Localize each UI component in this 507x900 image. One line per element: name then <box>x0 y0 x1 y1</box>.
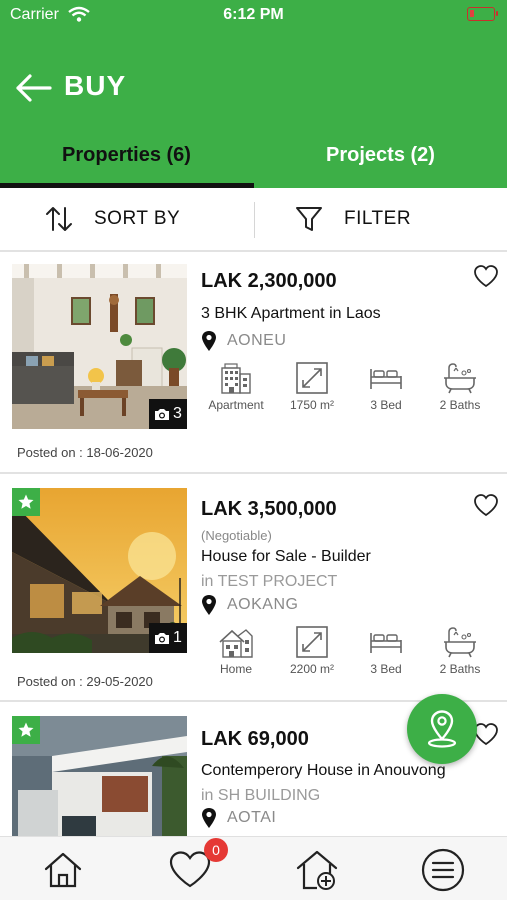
location-pin-icon <box>202 595 216 615</box>
feature-baths-label: 2 Baths <box>439 398 481 412</box>
location-label: AONEU <box>227 332 287 349</box>
arrow-left-icon[interactable] <box>14 70 54 106</box>
battery-icon <box>467 7 498 21</box>
listing-location: AONEU <box>201 330 286 352</box>
area-resize-icon <box>296 626 328 658</box>
property-photo[interactable]: 3 <box>12 264 187 429</box>
sort-filter-bar: SORT BY FILTER <box>0 188 507 252</box>
toolbar-divider <box>254 202 255 238</box>
filter-label: FILTER <box>344 208 412 229</box>
negotiable-label: (Negotiable) <box>201 528 272 543</box>
app-header: Carrier 6:12 PM BUY Properties (6) Proje… <box>0 0 507 188</box>
heart-icon[interactable] <box>473 493 499 517</box>
feature-area: 2200 m² <box>274 626 350 676</box>
feature-beds: 3 Bed <box>348 362 424 412</box>
project-label[interactable]: in TEST PROJECT <box>201 573 337 591</box>
location-pin-icon <box>202 808 216 828</box>
nav-home[interactable] <box>38 847 88 893</box>
posted-date: Posted on : 18-06-2020 <box>17 445 153 460</box>
heart-icon[interactable] <box>473 264 499 288</box>
apartment-building-icon <box>221 363 251 394</box>
menu-icon <box>421 848 465 892</box>
nav-menu[interactable] <box>418 847 468 893</box>
listing-card[interactable]: 3 LAK 2,300,000 3 BHK Apartment in Laos … <box>0 252 507 474</box>
bathtub-icon <box>444 363 476 394</box>
camera-icon <box>155 633 170 644</box>
nav-add-property[interactable] <box>292 847 342 893</box>
camera-icon <box>155 409 170 420</box>
bed-icon <box>370 633 402 653</box>
star-icon <box>18 722 34 737</box>
filter-icon <box>296 207 322 231</box>
property-photo[interactable]: 1 <box>12 488 187 653</box>
page-title: BUY <box>64 70 127 101</box>
listing-price: LAK 69,000 <box>201 728 309 750</box>
bathtub-icon <box>444 627 476 658</box>
home-icon <box>44 852 82 888</box>
posted-date: Posted on : 29-05-2020 <box>17 674 153 689</box>
listing-title[interactable]: House for Sale - Builder <box>201 548 371 566</box>
favorites-count-badge: 0 <box>204 838 228 862</box>
tab-properties[interactable]: Properties (6) <box>0 138 253 188</box>
feature-beds-label: 3 Bed <box>370 398 402 412</box>
feature-type-label: Apartment <box>208 398 264 412</box>
feature-type-label: Home <box>219 662 252 676</box>
location-label: AOTAI <box>227 809 277 826</box>
listing-price: LAK 3,500,000 <box>201 498 337 520</box>
feature-beds: 3 Bed <box>348 626 424 676</box>
listing-location: AOKANG <box>201 594 298 616</box>
add-property-icon <box>296 850 338 890</box>
listing-card[interactable]: 1 LAK 3,500,000 (Negotiable) House for S… <box>0 476 507 702</box>
project-label[interactable]: in SH BUILDING <box>201 787 320 805</box>
feature-type: Apartment <box>198 362 274 412</box>
map-view-button[interactable] <box>407 694 477 764</box>
photo-count: 1 <box>173 629 182 646</box>
listing-title[interactable]: 3 BHK Apartment in Laos <box>201 305 381 323</box>
sort-button[interactable]: SORT BY <box>44 188 180 250</box>
photo-count-badge: 3 <box>149 399 187 429</box>
feature-baths: 2 Baths <box>422 626 498 676</box>
listing-price: LAK 2,300,000 <box>201 270 337 292</box>
filter-button[interactable]: FILTER <box>294 188 411 250</box>
photo-count: 3 <box>173 405 182 422</box>
tab-projects[interactable]: Projects (2) <box>254 138 507 188</box>
feature-baths: 2 Baths <box>422 362 498 412</box>
house-icon <box>219 629 253 658</box>
sort-label: SORT BY <box>94 208 181 229</box>
feature-beds-label: 3 Bed <box>370 662 402 676</box>
feature-type: Home <box>198 626 274 676</box>
area-resize-icon <box>296 362 328 394</box>
feature-row: Home 2200 m² 3 Bed 2 Baths <box>196 626 501 676</box>
feature-area-label: 1750 m² <box>289 398 335 412</box>
listing-title[interactable]: Contemperory House in Anouvong <box>201 762 446 780</box>
featured-star-badge <box>12 488 40 516</box>
feature-area: 1750 m² <box>274 362 350 412</box>
status-time: 6:12 PM <box>223 6 284 23</box>
feature-area-label: 2200 m² <box>289 662 335 676</box>
photo-count-badge: 1 <box>149 623 187 653</box>
map-pin-icon <box>427 710 457 748</box>
status-bar: Carrier 6:12 PM <box>0 0 507 30</box>
listing-location: AOTAI <box>201 807 276 829</box>
feature-row: Apartment 1750 m² 3 Bed 2 Baths <box>196 362 501 412</box>
property-photo[interactable] <box>12 716 187 844</box>
bottom-navigation <box>0 836 507 900</box>
location-pin-icon <box>202 331 216 351</box>
sort-icon <box>46 207 72 231</box>
bed-icon <box>370 369 402 389</box>
star-icon <box>18 494 34 509</box>
feature-baths-label: 2 Baths <box>439 662 481 676</box>
featured-star-badge <box>12 716 40 744</box>
location-label: AOKANG <box>227 596 299 613</box>
